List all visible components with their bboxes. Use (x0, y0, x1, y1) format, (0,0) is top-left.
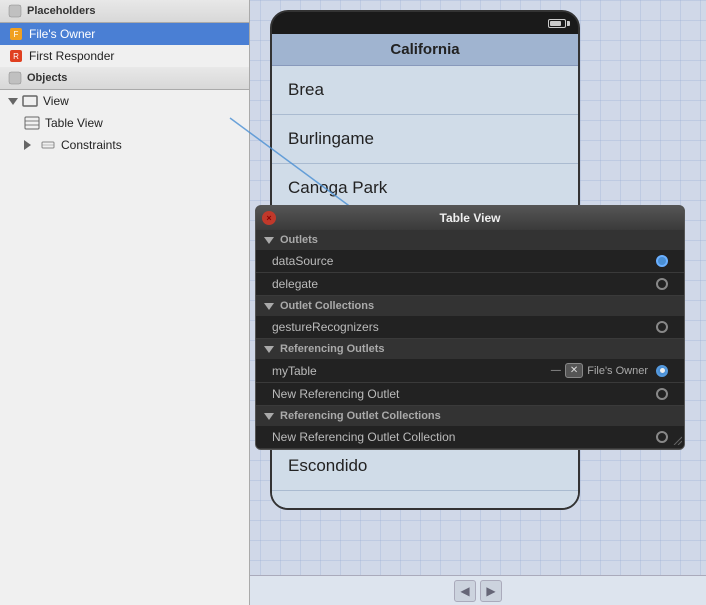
placeholders-label: Placeholders (27, 5, 95, 17)
constraints-icon (40, 137, 56, 153)
referencing-outlet-collections-triangle-icon (264, 413, 274, 420)
popup-close-button[interactable]: × (262, 211, 276, 225)
new-referencing-outlet-row[interactable]: New Referencing Outlet (256, 383, 684, 406)
objects-icon (8, 71, 22, 85)
nav-next-icon: ▶ (486, 584, 495, 598)
nav-next-button[interactable]: ▶ (480, 580, 502, 602)
new-referencing-outlet-collection-connector[interactable] (656, 431, 668, 443)
table-view-label: Table View (45, 116, 103, 130)
gesture-recognizers-label: gestureRecognizers (272, 320, 656, 334)
gesture-recognizers-connector[interactable] (656, 321, 668, 333)
popup-title-bar: × Table View (256, 206, 684, 230)
svg-text:F: F (14, 30, 19, 39)
close-icon: × (266, 213, 271, 223)
files-owner-icon: F (8, 26, 24, 42)
placeholders-section-header: Placeholders (0, 0, 249, 23)
first-responder-label: First Responder (29, 49, 114, 63)
outlet-collections-triangle-icon (264, 303, 274, 310)
outlets-triangle-icon (264, 237, 274, 244)
table-view-icon (24, 115, 40, 131)
new-referencing-outlet-collection-label: New Referencing Outlet Collection (272, 430, 656, 444)
files-owner-item[interactable]: F File's Owner (0, 23, 249, 45)
placeholders-icon (8, 4, 22, 18)
popup-resize-handle[interactable] (672, 434, 682, 444)
new-referencing-outlet-collection-row[interactable]: New Referencing Outlet Collection (256, 426, 684, 449)
popup-title: Table View (440, 211, 501, 225)
view-expand-icon (8, 98, 18, 105)
list-item: Brea (272, 66, 578, 115)
referencing-outlet-collections-label: Referencing Outlet Collections (280, 410, 441, 422)
outlet-collections-section: Outlet Collections (256, 296, 684, 316)
outlets-label: Outlets (280, 234, 318, 246)
new-referencing-outlet-connector[interactable] (656, 388, 668, 400)
delegate-row[interactable]: delegate (256, 273, 684, 296)
data-source-connector[interactable] (656, 255, 668, 267)
my-table-row[interactable]: myTable — ✕ File's Owner (256, 359, 684, 383)
constraints-item[interactable]: Constraints (0, 134, 249, 156)
nav-previous-button[interactable]: ◀ (454, 580, 476, 602)
referencing-outlets-triangle-icon (264, 346, 274, 353)
files-owner-label: File's Owner (29, 27, 95, 41)
delegate-label: delegate (272, 277, 656, 291)
files-owner-ref-label: File's Owner (587, 365, 648, 377)
objects-section-header: Objects (0, 67, 249, 90)
referencing-outlet-collections-section: Referencing Outlet Collections (256, 406, 684, 426)
referencing-outlets-section: Referencing Outlets (256, 339, 684, 359)
ios-nav-title: California (390, 41, 459, 58)
svg-text:R: R (13, 52, 19, 61)
first-responder-item[interactable]: R First Responder (0, 45, 249, 67)
nav-previous-icon: ◀ (460, 584, 469, 598)
my-table-connector[interactable] (656, 365, 668, 377)
battery-indicator (548, 19, 570, 28)
files-owner-badge: ✕ (565, 363, 583, 378)
ios-nav-bar: California (272, 34, 578, 66)
table-view-item[interactable]: Table View (0, 112, 249, 134)
constraints-expand-icon (24, 140, 36, 150)
list-item: Fresno (272, 491, 578, 510)
data-source-label: dataSource (272, 254, 656, 268)
ios-status-bar (272, 12, 578, 34)
my-table-label: myTable (272, 364, 551, 378)
delegate-connector[interactable] (656, 278, 668, 290)
outlets-section: Outlets (256, 230, 684, 250)
gesture-recognizers-row[interactable]: gestureRecognizers (256, 316, 684, 339)
constraints-label: Constraints (61, 138, 122, 152)
objects-label: Objects (27, 72, 67, 84)
view-icon (22, 93, 38, 109)
list-item: Burlingame (272, 115, 578, 164)
table-view-popup: × Table View Outlets dataSource delegate… (255, 205, 685, 450)
data-source-row[interactable]: dataSource (256, 250, 684, 273)
view-label: View (43, 94, 69, 108)
view-item[interactable]: View (0, 90, 249, 112)
new-referencing-outlet-label: New Referencing Outlet (272, 387, 656, 401)
my-table-value: — ✕ File's Owner (551, 363, 648, 378)
bottom-nav: ◀ ▶ (250, 575, 706, 605)
referencing-outlets-label: Referencing Outlets (280, 343, 385, 355)
first-responder-icon: R (8, 48, 24, 64)
left-panel: Placeholders F File's Owner R First Resp… (0, 0, 250, 605)
outlet-collections-label: Outlet Collections (280, 300, 374, 312)
